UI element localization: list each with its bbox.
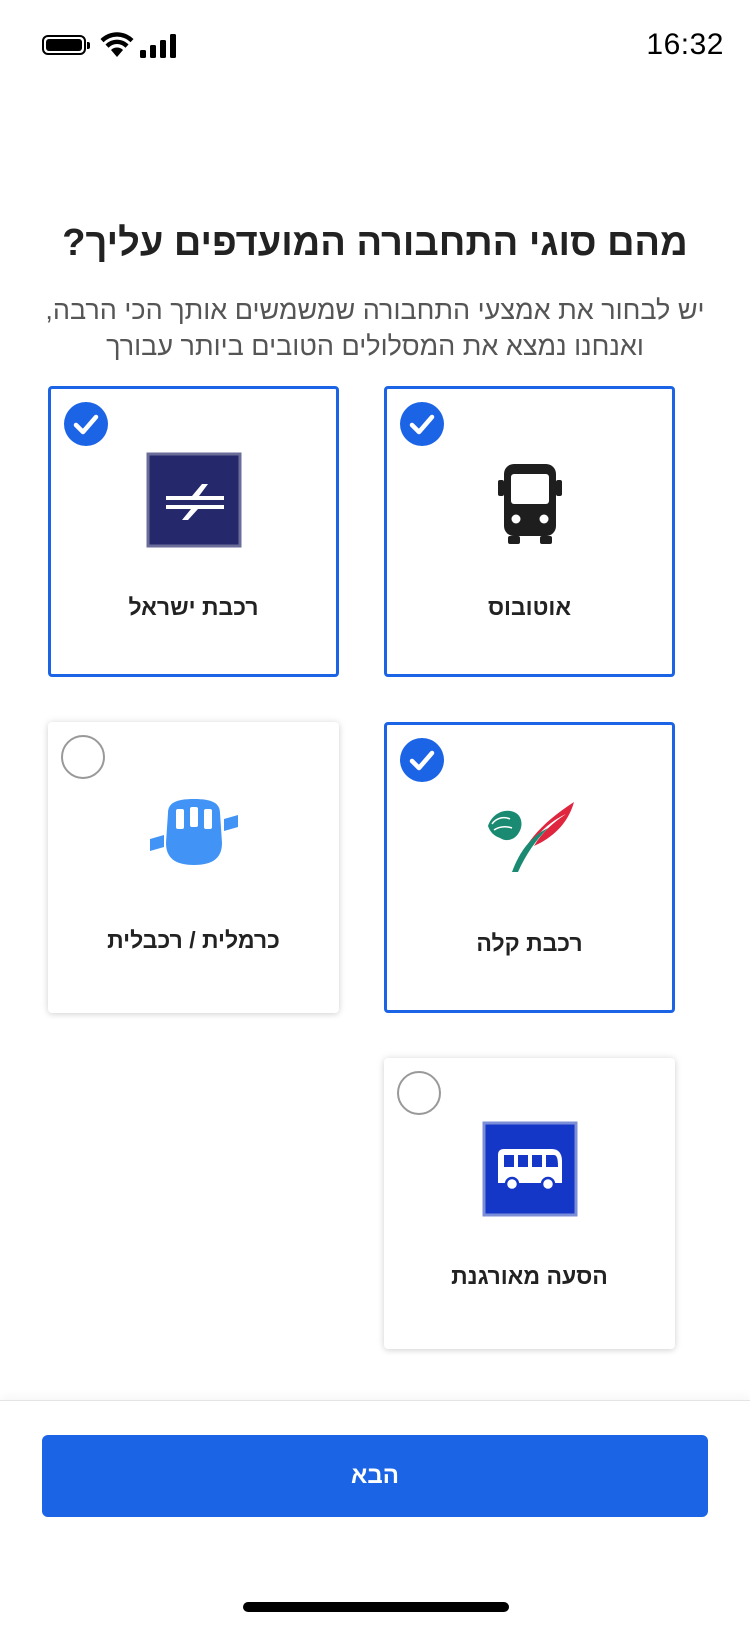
checkmark-icon [73, 414, 99, 435]
light-rail-lion-logo [487, 802, 574, 872]
next-button[interactable]: הבא [42, 1435, 708, 1517]
page-title: מהם סוגי התחבורה המועדפים עליך? [62, 222, 688, 264]
shuttle-bus-icon [482, 1121, 577, 1217]
cellular-signal-icon [140, 34, 176, 58]
selection-check-icon [61, 735, 105, 779]
option-label: אוטובוס [487, 594, 572, 620]
bottom-action-bar: הבא [0, 1400, 750, 1625]
selection-check-icon [400, 738, 444, 782]
option-card-carmelit[interactable]: כרמלית / רכבלית [48, 722, 339, 1013]
checkmark-icon [409, 414, 435, 435]
option-card-organized-ride[interactable]: הסעה מאורגנת [384, 1058, 675, 1349]
status-bar: 16:32 [0, 0, 750, 92]
option-label: הסעה מאורגנת [451, 1263, 608, 1289]
option-card-israel-railways[interactable]: רכבת ישראל [48, 386, 339, 677]
option-label: כרמלית / רכבלית [107, 927, 280, 953]
option-label: רכבת קלה [476, 930, 583, 956]
option-card-bus[interactable]: אוטובוס [384, 386, 675, 677]
checkmark-icon [409, 750, 435, 771]
selection-check-icon [397, 1071, 441, 1115]
israel-railways-logo [146, 452, 241, 548]
bus-icon [497, 464, 562, 544]
option-card-light-rail[interactable]: רכבת קלה [384, 722, 675, 1013]
option-label: רכבת ישראל [128, 594, 259, 620]
home-indicator [243, 1602, 509, 1612]
page-subtitle: יש לבחור את אמצעי התחבורה שמשמשים אותך ה… [45, 295, 705, 361]
cable-car-icon [149, 799, 238, 865]
wifi-icon [100, 32, 134, 57]
battery-icon [42, 35, 90, 55]
selection-check-icon [64, 402, 108, 446]
selection-check-icon [400, 402, 444, 446]
status-time: 16:32 [646, 28, 724, 61]
